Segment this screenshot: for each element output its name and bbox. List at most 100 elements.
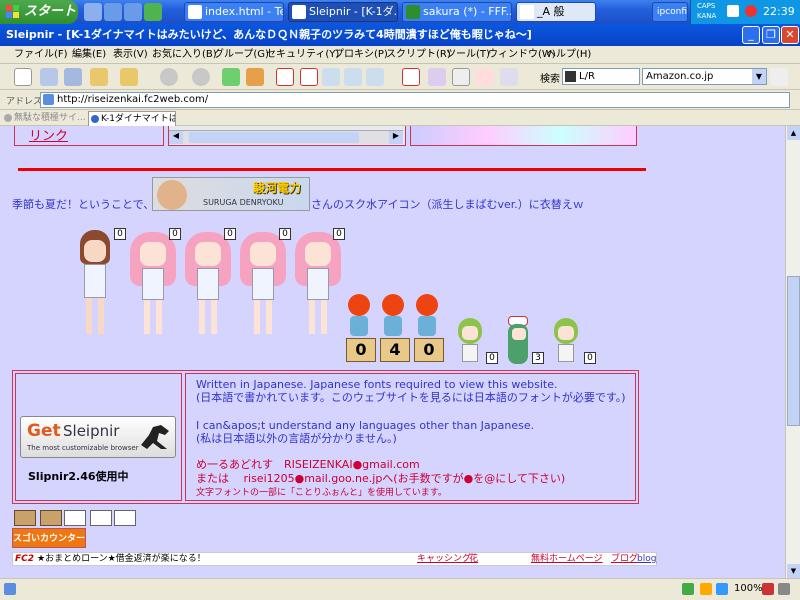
character-brown-hair [72,230,118,338]
intro-text-2: さんのスク水アイコン（派生しまばむver.）に衣替えｗ [311,198,584,211]
scroll-right-icon[interactable]: ▶ [389,131,403,144]
character-pink-3 [236,230,290,338]
tab-k1[interactable]: K-1ダイナマイトは... [88,111,176,126]
count-box: 0 [333,228,345,240]
page-status-icon [4,583,16,595]
email-line-2: または risei1205●mail.goo.ne.jpへ(お手数ですが●を@に… [196,472,566,485]
tab-option-icon[interactable] [344,68,362,86]
close-tab-icon[interactable] [300,68,318,86]
proxy-icon[interactable] [700,583,712,595]
close-all-icon[interactable] [452,68,470,86]
menu-view[interactable]: 表示(V) [113,46,148,64]
character-green-2 [504,316,532,368]
tab-icon [4,114,12,122]
folder-icon[interactable] [90,68,108,86]
new-page-icon[interactable] [14,68,32,86]
reload-icon[interactable] [222,68,240,86]
refresh-all-icon[interactable] [322,68,340,86]
minimize-button[interactable]: _ [742,26,760,44]
window-option-icon[interactable] [366,68,384,86]
footer-link[interactable]: キャッシング [417,553,471,565]
sleipnir-tag: The most customizable browser [27,444,139,452]
scroll-down-icon[interactable]: ▼ [787,564,800,578]
menu-group[interactable]: グループ(G) [214,46,269,64]
quicklaunch-desktop-icon[interactable] [84,3,102,21]
scroll-up-icon[interactable]: ▲ [787,126,800,140]
search-engine-select[interactable]: Amazon.co.jp ▼ [642,68,767,85]
stop-icon[interactable] [276,68,294,86]
page-icon [43,94,54,105]
open-icon[interactable] [40,68,58,86]
tab-muda[interactable]: 無駄な積極サイ... [2,111,86,126]
security-icon[interactable] [682,583,694,595]
address-label: アドレス [6,97,43,107]
get-sleipnir-button[interactable]: Get Sleipnir The most customizable brows… [20,416,176,458]
close-left-icon[interactable] [476,68,494,86]
menu-tools[interactable]: ツール(T) [446,46,490,64]
save-icon[interactable] [64,68,82,86]
quicklaunch-media-icon[interactable] [104,3,122,21]
cascade-icon[interactable] [428,68,446,86]
quicklaunch-browser-icon[interactable] [124,3,142,21]
cat-icon [90,510,112,526]
sleipnir-cell: Get Sleipnir The most customizable brows… [15,373,182,501]
sugoi-counter-badge[interactable]: スゴいカウンター [12,528,86,548]
taskbar-button-ipconfig[interactable]: ipconfig [652,2,688,22]
menu-security[interactable]: セキュリティ(Y) [266,46,339,64]
notice-line: Written in Japanese. Japanese fonts requ… [196,378,558,391]
footer-link[interactable]: 花 [469,553,478,565]
frame-scrollbar[interactable]: ◀ ▶ [169,130,403,144]
taskbar-button-sakura[interactable]: sakura (*) - FFF... [402,2,512,22]
count-box: 0 [279,228,291,240]
zoom-level[interactable]: 100% [734,579,763,599]
fc2-logo[interactable]: FC2 [15,553,34,565]
suruga-banner[interactable]: 駿河電力 SURUGA DENRYOKU [152,177,310,211]
box-cat-icon [14,510,36,526]
link-top[interactable]: リンク [29,126,68,144]
favorites-folder-icon[interactable] [120,68,138,86]
feed-icon[interactable] [716,583,728,595]
notice-line: (日本語で書かれています。このウェブサイトを見るには日本語のフォントが必要です。… [196,391,626,404]
tab-bar: 無駄な積極サイ... K-1ダイナマイトは... [0,110,800,126]
red-divider [18,168,646,171]
menu-favorites[interactable]: お気に入り(B) [152,46,217,64]
status-bar: 100% [0,578,800,600]
menu-file[interactable]: ファイル(F) [14,46,68,64]
scroll-left-icon[interactable]: ◀ [169,131,183,144]
popup-block-icon[interactable] [500,68,518,86]
url-input[interactable]: http://riseizenkai.fc2web.com/ [40,92,790,108]
scroll-thumb[interactable] [787,276,800,426]
footer-link[interactable]: ブログ [611,553,638,565]
taskbar-button-terapad[interactable]: index.html - Ter... [184,2,284,22]
ime-icon [520,5,534,19]
home-icon[interactable] [246,68,264,86]
tray-alert-icon[interactable] [745,5,757,17]
get-label: Get [27,421,61,441]
menu-help[interactable]: ヘルプ(H) [546,46,591,64]
close-button[interactable]: ✕ [781,26,799,44]
start-button[interactable]: スタート [0,0,78,24]
quicklaunch-green-icon[interactable] [144,3,162,21]
forward-icon[interactable] [192,68,210,86]
footer-link[interactable]: 無料ホームページ [531,553,603,565]
close-others-icon[interactable] [402,68,420,86]
footer-ad[interactable]: ★おまとめローン★借金返済が楽になる！ [37,553,206,565]
footer-link[interactable]: blog [637,553,656,565]
menu-script[interactable]: スクリプト(R) [386,46,451,64]
back-icon[interactable] [160,68,178,86]
vertical-scrollbar[interactable]: ▲ ▼ [785,126,800,578]
block-icon[interactable] [762,583,774,595]
banner-strip [410,126,637,146]
menu-proxy[interactable]: プロキシ(P) [334,46,388,64]
toolbar: 検索 L/R Amazon.co.jp ▼ [0,64,800,90]
tray-app-icon[interactable] [727,5,739,17]
flower-counter: 0 4 0 [344,294,444,364]
taskbar-button-sleipnir[interactable]: Sleipnir - [K-1ダ... [288,2,398,22]
scroll-thumb[interactable] [189,132,359,143]
menu-edit[interactable]: 編集(E) [72,46,106,64]
maximize-button[interactable]: ❐ [762,26,780,44]
taskbar-ime-bar[interactable]: _A 般 [516,2,596,22]
window-title-bar[interactable]: Sleipnir - [K-1ダイナマイトはみたいけど、あんなＤＱＮ親子のツラみ… [0,24,800,46]
search-input[interactable]: L/R [562,68,640,85]
search-go-icon[interactable] [770,68,788,86]
